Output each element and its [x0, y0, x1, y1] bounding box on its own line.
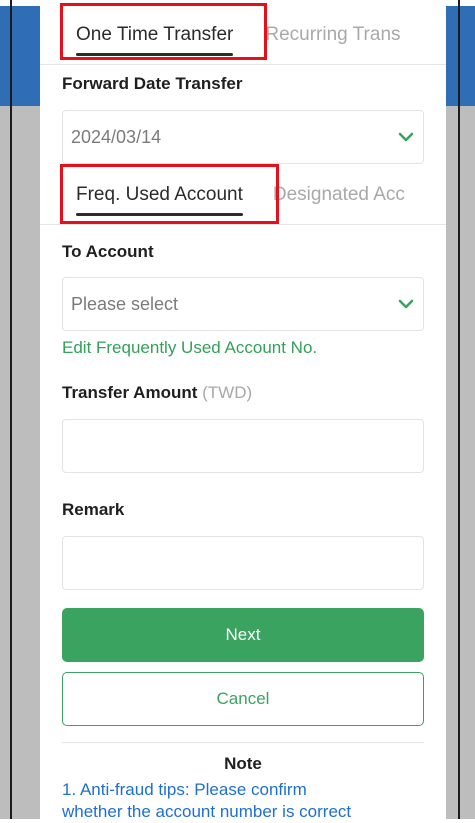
note-text: 1. Anti-fraud tips: Please confirm wheth… — [62, 779, 432, 823]
overlay-right — [446, 106, 475, 819]
remark-label: Remark — [62, 500, 125, 519]
forward-date-select[interactable]: 2024/03/14 — [62, 110, 424, 164]
transfer-amount-label: Transfer Amount (TWD) — [62, 383, 252, 403]
tab-active-underline — [76, 213, 243, 216]
overlay-left — [0, 106, 40, 819]
forward-date-value: 2024/03/14 — [71, 126, 162, 147]
note-line-2: whether the account number is correct — [62, 802, 352, 821]
tab-label: Designated Acc — [272, 184, 405, 205]
transfer-amount-label-text: Transfer Amount — [62, 383, 198, 402]
tab-freq-used-account[interactable]: Freq. Used Account — [40, 166, 257, 224]
currency-unit: (TWD) — [202, 383, 253, 402]
account-type-tabs: Freq. Used Account Designated Acc — [40, 166, 446, 225]
forward-date-label: Forward Date Transfer — [62, 74, 243, 93]
tab-one-time-transfer[interactable]: One Time Transfer — [40, 6, 247, 64]
chevron-down-icon — [397, 128, 415, 146]
tab-designated-account[interactable]: Designated Acc — [257, 166, 419, 224]
to-account-label: To Account — [62, 242, 154, 261]
transfer-sheet: One Time Transfer Recurring Trans Forwar… — [40, 6, 446, 821]
cancel-button[interactable]: Cancel — [62, 672, 424, 726]
screen-edge-left — [10, 0, 12, 819]
screen-edge-right — [458, 0, 460, 819]
chevron-down-icon — [397, 295, 415, 313]
note-title: Note — [224, 754, 262, 773]
note-line-1: 1. Anti-fraud tips: Please confirm — [62, 780, 307, 799]
tab-label: Recurring Trans — [265, 24, 401, 45]
tab-recurring-transfer[interactable]: Recurring Trans — [247, 6, 414, 64]
edit-frequent-account-link[interactable]: Edit Frequently Used Account No. — [62, 338, 317, 358]
header-background-right — [446, 6, 475, 106]
next-button[interactable]: Next — [62, 608, 424, 662]
remark-input[interactable] — [62, 536, 424, 590]
header-background-left — [0, 6, 40, 106]
tab-label: Freq. Used Account — [76, 184, 243, 205]
to-account-placeholder: Please select — [71, 293, 179, 314]
transfer-amount-input[interactable] — [62, 419, 424, 473]
to-account-select[interactable]: Please select — [62, 277, 424, 331]
tab-active-underline — [76, 53, 234, 56]
transfer-type-tabs: One Time Transfer Recurring Trans — [40, 6, 446, 65]
note-divider — [62, 742, 424, 743]
tab-label: One Time Transfer — [76, 24, 234, 45]
